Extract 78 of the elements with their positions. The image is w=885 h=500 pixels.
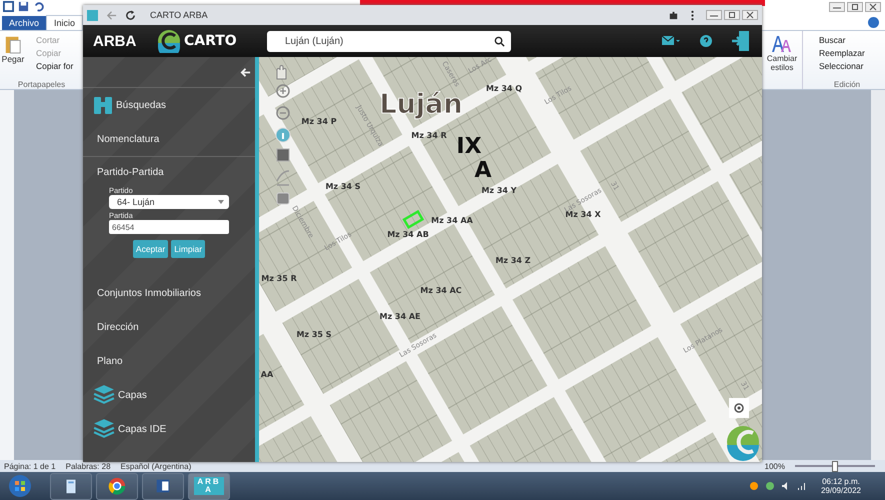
block-label: Mz 34 P bbox=[301, 117, 337, 126]
brand-name[interactable]: ARBA bbox=[93, 32, 157, 50]
taskbar-app-icon[interactable] bbox=[50, 472, 92, 500]
block-label: Mz 35 R bbox=[261, 274, 297, 283]
editing-command[interactable]: Buscar bbox=[809, 35, 885, 45]
sidebar-item[interactable]: Dirección bbox=[97, 322, 139, 332]
paste-button[interactable]: Pegar bbox=[0, 31, 26, 80]
group-label: Edición bbox=[832, 80, 862, 89]
sidebar-item[interactable]: Capas IDE bbox=[118, 424, 166, 434]
block-label: Mz 34 S bbox=[325, 182, 361, 191]
taskbar-app-icon[interactable] bbox=[142, 472, 184, 500]
sidebar-item[interactable]: Nomenclatura bbox=[97, 134, 160, 144]
sidebar-item[interactable]: Conjuntos Inmobiliarios bbox=[97, 288, 201, 298]
search-icon[interactable] bbox=[494, 36, 505, 46]
locate-button[interactable] bbox=[729, 398, 749, 418]
ribbon-tab[interactable]: Inicio bbox=[46, 15, 84, 30]
minimize-icon[interactable] bbox=[829, 2, 845, 12]
block-label: Mz 34 R bbox=[411, 131, 447, 140]
binoculars-icon bbox=[93, 95, 113, 115]
save-icon[interactable] bbox=[18, 1, 29, 12]
block-label: Mz 35 S bbox=[296, 330, 332, 339]
reload-icon[interactable] bbox=[125, 10, 136, 20]
window-title: CARTO ARBA bbox=[150, 10, 208, 20]
block-label: Mz 34 Q bbox=[486, 84, 522, 93]
group-label: Portapapeles bbox=[16, 80, 66, 89]
sector-label: A bbox=[474, 158, 492, 183]
close-icon[interactable] bbox=[865, 2, 881, 12]
start-button[interactable] bbox=[8, 474, 32, 498]
globe-logo-icon bbox=[157, 29, 181, 53]
clock[interactable]: 06:12 p.m. 29/09/2022 bbox=[820, 477, 861, 495]
language: Español (Argentina) bbox=[120, 462, 192, 470]
editing-command[interactable]: Seleccionar bbox=[809, 61, 885, 71]
ribbon-tab[interactable]: Archivo bbox=[2, 16, 46, 30]
clipboard-command[interactable]: Copiar for bbox=[26, 61, 74, 71]
word-count: Palabras: 28 bbox=[66, 462, 111, 470]
block-label: Mz 34 AE bbox=[380, 312, 420, 321]
block-label: Mz 34 Y bbox=[481, 186, 517, 195]
globe-logo-icon bbox=[727, 426, 759, 461]
layers-icon bbox=[93, 417, 115, 441]
undo-icon[interactable] bbox=[33, 1, 44, 12]
sector-label: IX bbox=[456, 134, 482, 159]
editing-command[interactable]: Reemplazar bbox=[809, 48, 885, 58]
zoom-out-icon[interactable] bbox=[276, 106, 290, 120]
logo-text: CARTO bbox=[184, 33, 237, 49]
maximize-icon[interactable] bbox=[724, 10, 740, 20]
scrollbar[interactable] bbox=[871, 90, 885, 460]
sidebar-item[interactable]: Capas bbox=[118, 390, 147, 400]
zoom-in-icon[interactable] bbox=[276, 84, 290, 98]
search-field[interactable]: Luján (Luján) bbox=[267, 30, 511, 52]
site-icon bbox=[87, 10, 98, 20]
tray-icon[interactable] bbox=[748, 481, 759, 491]
block-label: AA bbox=[260, 370, 274, 379]
collapse-arrow-icon[interactable] bbox=[240, 66, 251, 78]
sidebar-item[interactable]: Partido-Partida bbox=[97, 167, 241, 178]
maximize-icon[interactable] bbox=[847, 2, 863, 12]
partida-input[interactable]: 66454 bbox=[109, 220, 229, 234]
taskbar-app-icon[interactable] bbox=[96, 472, 138, 500]
tray-icon[interactable] bbox=[764, 481, 775, 491]
city-label: Luján bbox=[379, 89, 463, 120]
caret-icon bbox=[218, 200, 224, 204]
zoom-level: 100% bbox=[764, 462, 785, 470]
block-label: Mz 34 AC bbox=[420, 286, 462, 295]
block-label: Mz 34 AA bbox=[431, 216, 473, 225]
close-icon[interactable] bbox=[742, 10, 758, 20]
styles-icon[interactable] bbox=[771, 35, 793, 53]
layers-icon bbox=[93, 383, 115, 407]
clipboard-icon[interactable] bbox=[4, 34, 22, 54]
block-label: Mz 34 Z bbox=[495, 256, 531, 265]
mail-icon[interactable] bbox=[662, 35, 680, 47]
block-label: Mz 34 AB bbox=[387, 230, 429, 239]
partido-dropdown[interactable]: 64- Luján bbox=[109, 195, 229, 209]
block-label: Mz 34 X bbox=[565, 210, 601, 219]
minimize-icon[interactable] bbox=[706, 10, 722, 20]
signal-icon[interactable] bbox=[796, 481, 807, 491]
page-count: Página: 1 de 1 bbox=[4, 462, 56, 470]
sidebar-item[interactable]: Plano bbox=[97, 356, 123, 366]
sidebar-item[interactable]: Búsquedas bbox=[116, 100, 166, 110]
logout-icon[interactable] bbox=[732, 31, 750, 51]
